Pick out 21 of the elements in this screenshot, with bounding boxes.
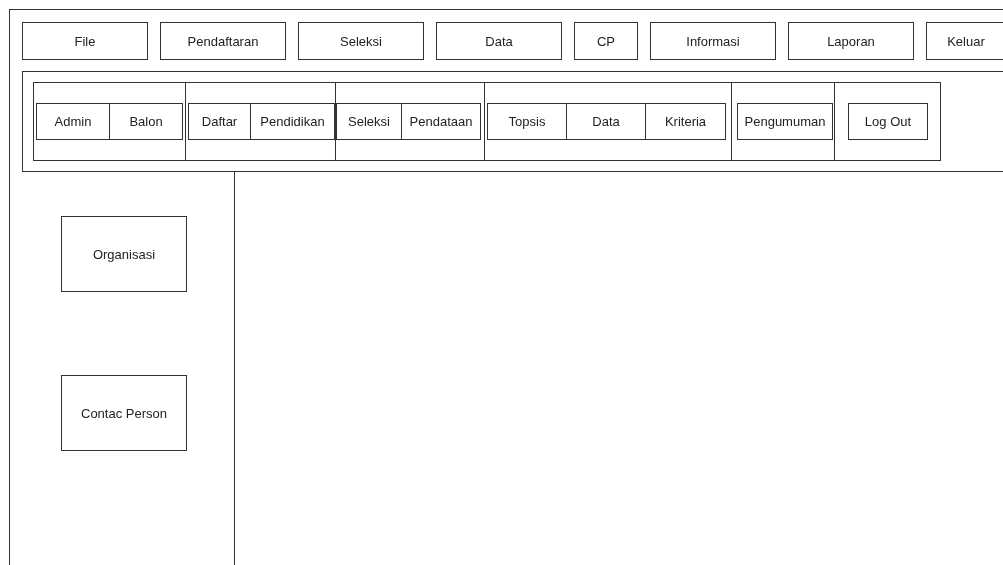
- menu-button[interactable]: CP: [574, 22, 638, 60]
- submenu-button[interactable]: Pendataan: [401, 103, 481, 140]
- submenu-button[interactable]: Log Out: [848, 103, 928, 140]
- menu-button[interactable]: Seleksi: [298, 22, 424, 60]
- submenu-button[interactable]: Balon: [109, 103, 183, 140]
- submenu-button[interactable]: Seleksi: [336, 103, 402, 140]
- submenu-button[interactable]: Data: [566, 103, 646, 140]
- submenu-button[interactable]: Pendidikan: [250, 103, 335, 140]
- submenu-button[interactable]: Topsis: [487, 103, 567, 140]
- menu-button[interactable]: Laporan: [788, 22, 914, 60]
- menu-button[interactable]: Pendaftaran: [160, 22, 286, 60]
- submenu-button[interactable]: Daftar: [188, 103, 251, 140]
- sidebar-button[interactable]: Contac Person: [61, 375, 187, 451]
- sidebar-button[interactable]: Organisasi: [61, 216, 187, 292]
- submenu-button[interactable]: Pengumuman: [737, 103, 833, 140]
- menu-button[interactable]: Keluar: [926, 22, 1003, 60]
- menu-button[interactable]: Data: [436, 22, 562, 60]
- menu-button[interactable]: Informasi: [650, 22, 776, 60]
- menu-button[interactable]: File: [22, 22, 148, 60]
- submenu-button[interactable]: Kriteria: [645, 103, 726, 140]
- submenu-button[interactable]: Admin: [36, 103, 110, 140]
